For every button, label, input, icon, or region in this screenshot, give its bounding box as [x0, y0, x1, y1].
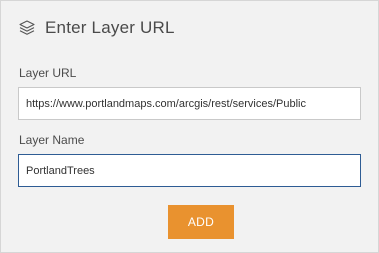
- add-button[interactable]: ADD: [168, 205, 234, 239]
- layer-url-label: Layer URL: [19, 66, 77, 80]
- layer-name-label: Layer Name: [19, 133, 85, 147]
- panel-header: Enter Layer URL: [18, 18, 175, 38]
- layers-icon: [18, 19, 36, 37]
- layer-url-input[interactable]: [18, 87, 361, 120]
- enter-layer-url-panel: Enter Layer URL Layer URL Layer Name ADD: [0, 0, 379, 253]
- panel-title: Enter Layer URL: [45, 18, 175, 37]
- layer-name-input[interactable]: [18, 154, 361, 187]
